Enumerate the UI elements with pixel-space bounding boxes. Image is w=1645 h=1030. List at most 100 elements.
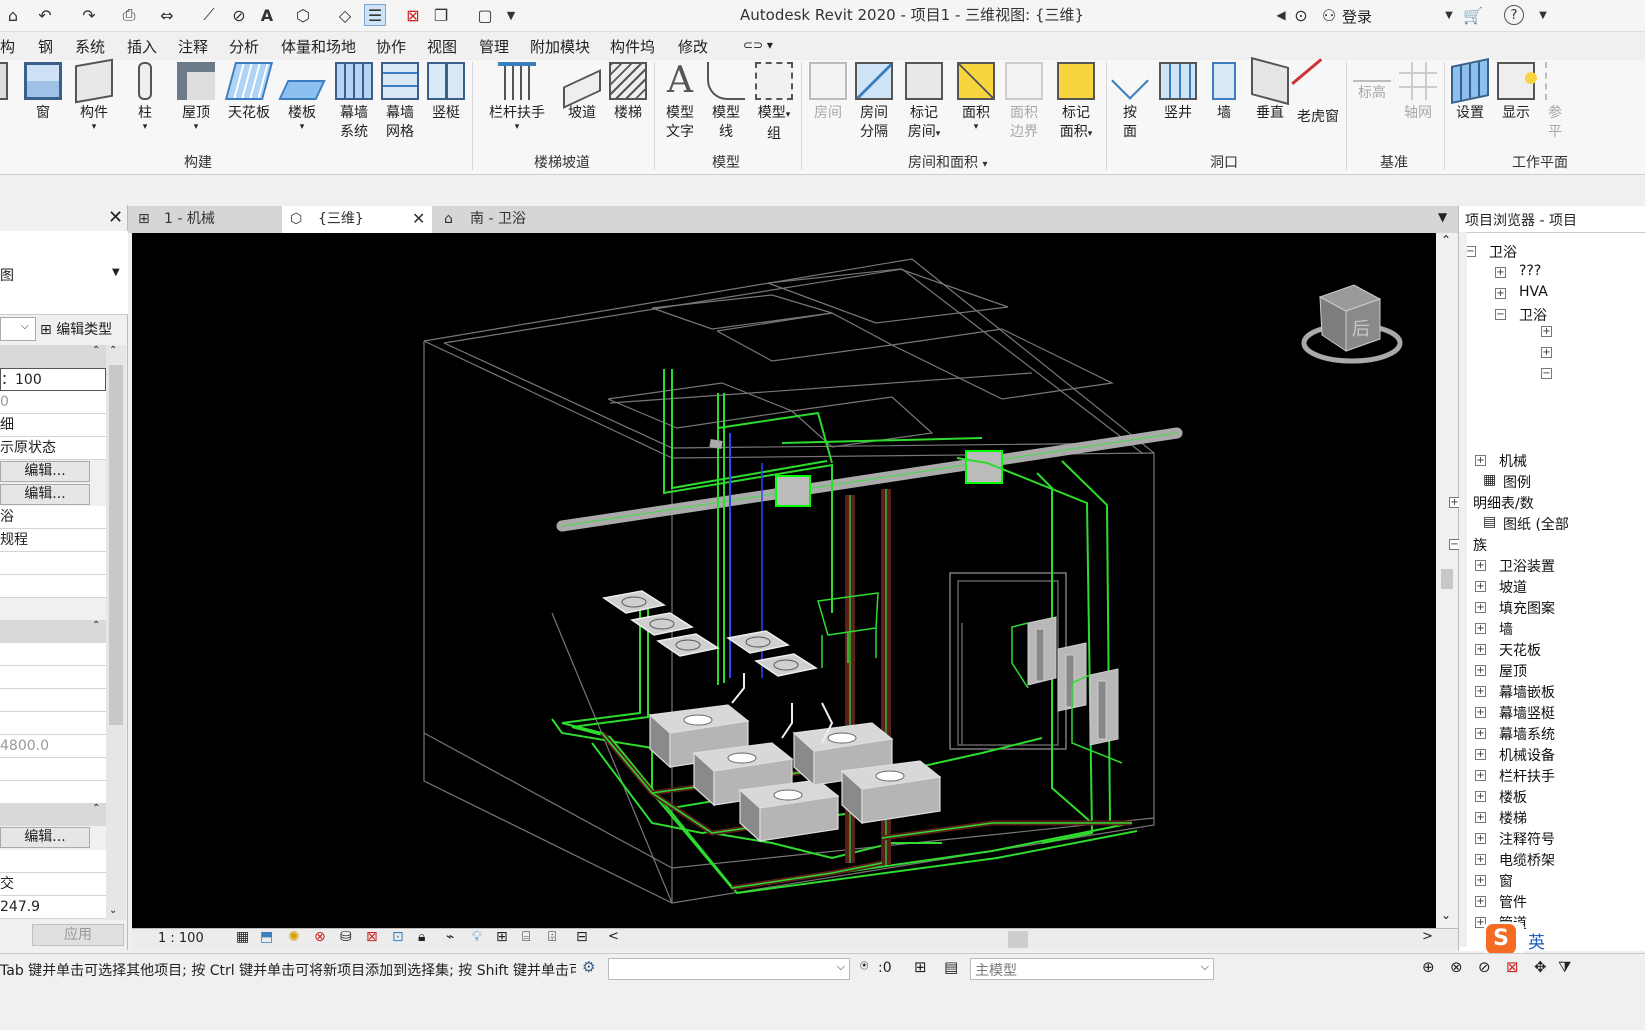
prop-row[interactable] bbox=[0, 552, 106, 575]
expand-icon[interactable]: + bbox=[1475, 644, 1486, 655]
user-interface-icon[interactable]: ▢ bbox=[474, 4, 496, 26]
help-dropdown-icon[interactable]: ▼ bbox=[1532, 4, 1554, 26]
viewcube[interactable]: 后 bbox=[1301, 284, 1403, 364]
help-icon[interactable]: ? bbox=[1504, 5, 1524, 25]
properties-scrollbar[interactable]: ⌃ ⌄ bbox=[106, 345, 126, 920]
close-icon[interactable]: ✕ bbox=[412, 206, 425, 232]
tab-manage[interactable]: 管理 bbox=[479, 36, 509, 57]
expand-icon[interactable]: + bbox=[1475, 707, 1486, 718]
browser-item[interactable]: 明细表/数 bbox=[1473, 493, 1534, 513]
browser-item[interactable]: 栏杆扶手 bbox=[1499, 766, 1555, 786]
browser-item[interactable]: 天花板 bbox=[1499, 640, 1541, 660]
select-pinned-icon[interactable]: ⊘ bbox=[1478, 958, 1491, 976]
wall-tool-partial[interactable] bbox=[0, 62, 8, 104]
curtain-system-tool[interactable]: 幕墙 系统 bbox=[332, 62, 376, 142]
prop-row[interactable] bbox=[0, 781, 106, 804]
prop-row[interactable] bbox=[0, 643, 106, 666]
collapse-icon[interactable]: − bbox=[1541, 368, 1552, 379]
window-tool[interactable]: 窗 bbox=[22, 62, 64, 123]
user-icon[interactable]: ⚇ bbox=[1318, 4, 1340, 26]
expand-icon[interactable]: + bbox=[1475, 623, 1486, 634]
component-tool[interactable]: 构件 ▾ bbox=[72, 58, 116, 132]
3d-view-icon[interactable]: ⬡ bbox=[292, 4, 314, 26]
expand-icon[interactable]: + bbox=[1475, 602, 1486, 613]
shaft-tool[interactable]: 竖井 bbox=[1156, 62, 1200, 123]
filter-selection-icon[interactable]: ⧩ bbox=[1558, 958, 1571, 976]
tab-insert[interactable]: 插入 bbox=[127, 36, 157, 57]
hscroll-right-icon[interactable]: > bbox=[1422, 929, 1433, 944]
close-icon[interactable]: ✕ bbox=[108, 207, 123, 228]
expand-icon[interactable]: + bbox=[1475, 686, 1486, 697]
expand-icon[interactable]: + bbox=[1475, 854, 1486, 865]
switch-windows-icon[interactable]: ❐ bbox=[430, 4, 452, 26]
grid-tool[interactable]: 轴网 bbox=[1396, 62, 1440, 123]
browser-item[interactable]: 填充图案 bbox=[1499, 598, 1555, 618]
tab-3d-view[interactable]: ⬡ {三维} ✕ bbox=[282, 206, 432, 233]
ime-indicator[interactable]: S 英 bbox=[1484, 922, 1545, 956]
hide-isolate-icon[interactable]: ⌁ bbox=[446, 929, 454, 945]
temp-properties-icon[interactable]: ⊞ bbox=[496, 929, 508, 945]
sun-path-icon[interactable]: ✺ bbox=[288, 929, 300, 945]
redo-icon[interactable]: ↷ bbox=[78, 4, 100, 26]
vertical-opening-tool[interactable]: 垂直 bbox=[1248, 56, 1292, 123]
expand-icon[interactable]: + bbox=[1475, 833, 1486, 844]
tag-room-tool[interactable]: 标记 房间▾ bbox=[900, 62, 948, 144]
browser-item[interactable]: 窗 bbox=[1499, 871, 1513, 891]
print-icon[interactable]: ⎙ bbox=[118, 4, 140, 26]
prop-detail-level[interactable]: 细 bbox=[0, 414, 106, 437]
browser-scrollbar[interactable] bbox=[1459, 232, 1467, 947]
model-line-tool[interactable]: 模型线 bbox=[704, 62, 748, 142]
mullion-tool[interactable]: 竖梃 bbox=[424, 62, 468, 123]
browser-item[interactable]: 机械 bbox=[1499, 451, 1527, 471]
by-face-tool[interactable]: 按面 bbox=[1110, 62, 1150, 142]
text-icon[interactable]: A bbox=[256, 4, 278, 26]
room-separator-tool[interactable]: 房间 分隔 bbox=[852, 62, 896, 142]
design-options-icon[interactable]: ▤ bbox=[944, 958, 958, 976]
dimension-icon[interactable]: ⟋ bbox=[198, 4, 220, 26]
browser-item[interactable]: 幕墙竖梃 bbox=[1499, 703, 1555, 723]
browser-item[interactable]: 电缆桥架 bbox=[1499, 850, 1555, 870]
reveal-hidden-icon[interactable]: 💡︎ bbox=[472, 929, 482, 945]
roof-tool[interactable]: 屋顶 ▾ bbox=[174, 62, 218, 132]
tab-view[interactable]: 视图 bbox=[427, 36, 457, 57]
visual-style-icon[interactable]: ⬒ bbox=[260, 929, 273, 945]
prop-parts-visibility[interactable]: 示原状态 bbox=[0, 437, 106, 460]
tab-component-dock[interactable]: 构件坞 bbox=[610, 36, 655, 57]
set-workplane-tool[interactable]: 设置 bbox=[1448, 57, 1492, 123]
filter-icon[interactable]: ⍟ bbox=[860, 958, 868, 974]
select-links-icon[interactable]: ⊕ bbox=[1422, 958, 1435, 976]
shadows-icon[interactable]: ⊗ bbox=[314, 929, 326, 945]
model-group-tool[interactable]: 模型▾ 组 bbox=[752, 62, 796, 144]
wall-opening-tool[interactable]: 墙 bbox=[1202, 62, 1246, 123]
browser-item[interactable]: ??? bbox=[1519, 263, 1541, 279]
edit-type-button[interactable]: ⊞ 编辑类型 bbox=[40, 319, 112, 339]
browser-item[interactable]: 管件 bbox=[1499, 892, 1527, 912]
browser-item[interactable]: 幕墙系统 bbox=[1499, 724, 1555, 744]
area-boundary-tool[interactable]: 面积 边界 bbox=[1002, 62, 1046, 142]
worksharing-icon[interactable]: ⌸ bbox=[522, 929, 530, 945]
filter-dropdown[interactable]: ⌵ bbox=[0, 317, 36, 341]
tab-structure[interactable]: 构 bbox=[0, 36, 15, 57]
detail-level-icon[interactable]: ▦ bbox=[236, 929, 249, 945]
view-scale[interactable]: 1 : 100 bbox=[158, 931, 204, 946]
login-link[interactable]: 登录 bbox=[1342, 6, 1372, 27]
edit-button[interactable]: 编辑... bbox=[0, 827, 90, 848]
browser-item[interactable]: 幕墙嵌板 bbox=[1499, 682, 1555, 702]
expand-icon[interactable]: + bbox=[1475, 770, 1486, 781]
drag-elements-icon[interactable]: ✥ bbox=[1534, 958, 1547, 976]
cart-icon[interactable]: 🛒 bbox=[1462, 4, 1484, 26]
browser-item[interactable]: 图例 bbox=[1503, 472, 1531, 492]
3d-viewport[interactable]: 后 ⌃ ⌄ bbox=[132, 233, 1458, 928]
group-header[interactable]: ⌃ bbox=[0, 345, 106, 368]
editable-only-icon[interactable]: ⊞ bbox=[914, 958, 927, 976]
browser-item[interactable]: 屋顶 bbox=[1499, 661, 1527, 681]
prop-phase-value[interactable]: 247.9 bbox=[0, 896, 106, 919]
edit-button[interactable]: 编辑... bbox=[0, 461, 90, 482]
tab-south-elevation[interactable]: ⌂ 南 - 卫浴 bbox=[434, 206, 594, 233]
prop-row[interactable] bbox=[0, 666, 106, 689]
browser-item[interactable]: 机械设备 bbox=[1499, 745, 1555, 765]
crop-view-icon[interactable]: ⊠ bbox=[366, 929, 378, 945]
customize-qat-icon[interactable]: ▼ bbox=[500, 4, 522, 26]
level-tool[interactable]: 标高 bbox=[1350, 62, 1394, 103]
tab-addins[interactable]: 附加模块 bbox=[530, 36, 590, 57]
